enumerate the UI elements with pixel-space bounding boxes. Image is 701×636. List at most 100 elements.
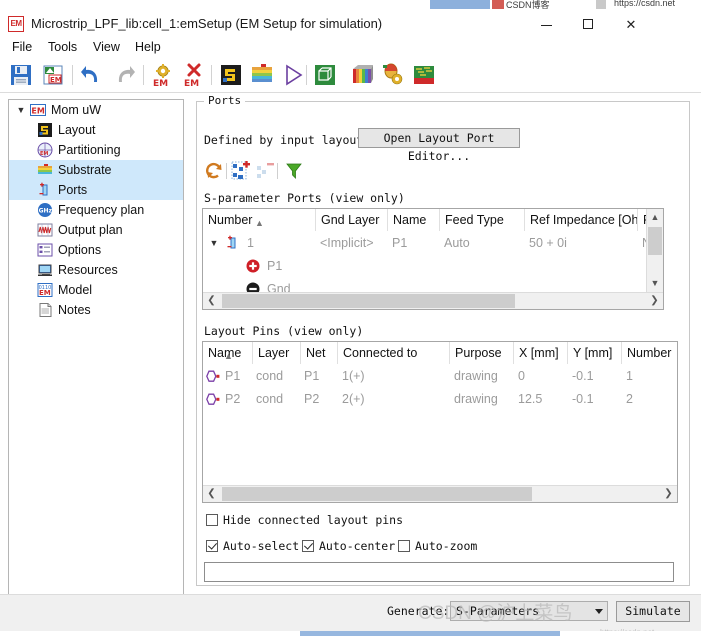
status-message-field[interactable] <box>204 562 674 582</box>
em-setup-tree[interactable]: ▼ EM Mom uW Layout EM Partitioning Subst… <box>8 99 184 626</box>
generate-select[interactable]: S-Parameters <box>450 601 608 621</box>
window-title: Microstrip_LPF_lib:cell_1:emSetup (EM Se… <box>31 16 383 31</box>
3d-view-button[interactable] <box>312 62 338 88</box>
column-header-feed-type[interactable]: Feed Type <box>440 209 525 231</box>
close-button[interactable]: ✕ <box>616 18 646 32</box>
table-row-child[interactable]: P1 <box>203 255 663 278</box>
column-header-gnd-layer[interactable]: Gnd Layer <box>316 209 388 231</box>
sidebar-item-notes[interactable]: Notes <box>9 300 183 320</box>
simulate-button-toolbar[interactable] <box>280 62 306 88</box>
sidebar-item-label: Options <box>58 243 102 257</box>
save-em-setup-button[interactable]: EM <box>40 62 66 88</box>
horizontal-scroll-thumb[interactable] <box>222 294 515 308</box>
cell-x-mm: 12.5 <box>518 392 543 406</box>
maximize-button[interactable] <box>573 18 603 32</box>
column-header-x-mm[interactable]: X [mm] <box>514 342 568 364</box>
sidebar-item-output-plan[interactable]: Output plan <box>9 220 183 240</box>
checkbox-box[interactable] <box>206 540 218 552</box>
auto-center-checkbox[interactable]: Auto-center <box>302 539 395 553</box>
checkbox-box[interactable] <box>398 540 410 552</box>
auto-select-checkbox[interactable]: Auto-select <box>206 539 299 553</box>
sidebar-item-label: Substrate <box>58 163 112 177</box>
sidebar-item-model[interactable]: 0110 EM Model <box>9 280 183 300</box>
substrate-button[interactable] <box>249 62 275 88</box>
column-header-net[interactable]: Net <box>301 342 338 364</box>
cell-number: 1 <box>247 236 254 250</box>
cell-purpose: drawing <box>454 369 498 383</box>
remove-port-button[interactable] <box>255 161 277 181</box>
column-header-purpose[interactable]: Purpose <box>450 342 514 364</box>
minimize-icon <box>540 25 552 26</box>
horizontal-scroll-thumb[interactable] <box>222 487 532 501</box>
toolbar-separator-4 <box>306 65 307 85</box>
sparam-table-vertical-scrollbar[interactable]: ▲ ▼ <box>646 209 663 292</box>
row-expander-chevron-down-icon[interactable]: ▼ <box>207 232 221 255</box>
sidebar-item-frequency-plan[interactable]: GHz Frequency plan <box>9 200 183 220</box>
menu-item-help[interactable]: Help <box>129 37 167 57</box>
open-layout-port-editor-button[interactable]: Open Layout Port Editor... <box>358 128 520 163</box>
layout-pins-table[interactable]: Name ▲ Layer Net Connected to Purpose X … <box>202 341 678 503</box>
layout-button[interactable] <box>218 62 244 88</box>
undo-button[interactable] <box>79 62 105 88</box>
column-header-name[interactable]: Name ▲ <box>203 342 253 364</box>
sparam-ports-table[interactable]: Number ▲ Gnd Layer Name Feed Type Ref Im… <box>202 208 664 310</box>
defined-by-label: Defined by input layout <box>204 133 364 147</box>
save-button[interactable] <box>8 62 34 88</box>
scroll-left-icon[interactable]: ❮ <box>203 486 220 502</box>
column-header-number[interactable]: Number <box>622 342 677 364</box>
menu-item-view[interactable]: View <box>87 37 126 57</box>
scroll-up-icon[interactable]: ▲ <box>647 209 663 226</box>
vertical-scroll-thumb[interactable] <box>648 227 662 255</box>
scroll-right-icon[interactable]: ❯ <box>646 293 663 309</box>
add-port-button[interactable] <box>231 160 253 181</box>
sidebar-item-partitioning[interactable]: EM Partitioning <box>9 140 183 160</box>
3d-color-view-button[interactable] <box>349 62 375 88</box>
sidebar-item-substrate[interactable]: Substrate <box>9 160 183 180</box>
redo-button[interactable] <box>111 62 137 88</box>
column-header-layer[interactable]: Layer <box>253 342 301 364</box>
sparam-table-horizontal-scrollbar[interactable]: ❮ ❯ <box>203 292 663 309</box>
column-header-connected-to[interactable]: Connected to <box>338 342 450 364</box>
em-options-button[interactable] <box>380 62 406 88</box>
table-row[interactable]: P1 cond P1 1(+) drawing 0 -0.1 1 1 <box>203 365 677 388</box>
minimize-button[interactable] <box>531 18 561 32</box>
toolbar-separator-2 <box>143 65 144 85</box>
svg-text:EM: EM <box>31 107 44 116</box>
hide-connected-layout-pins-checkbox[interactable]: Hide connected layout pins <box>206 513 403 527</box>
sidebar-item-mom-uw[interactable]: ▼ EM Mom uW <box>9 100 183 120</box>
cell-purpose: drawing <box>454 392 498 406</box>
menu-item-tools[interactable]: Tools <box>42 37 83 57</box>
ports-group-title: Ports <box>204 94 246 107</box>
scroll-down-icon[interactable]: ▼ <box>647 275 663 292</box>
sidebar-item-resources[interactable]: Resources <box>9 260 183 280</box>
em-app-icon: EM <box>8 16 24 32</box>
filter-ports-button[interactable] <box>284 161 306 181</box>
pins-table-horizontal-scrollbar[interactable]: ❮ ❯ <box>203 485 677 502</box>
simulate-button[interactable]: Simulate <box>616 601 690 622</box>
column-header-y-mm[interactable]: Y [mm] <box>568 342 622 364</box>
chevron-down-icon[interactable]: ▼ <box>15 100 27 120</box>
svg-text:EM: EM <box>40 151 48 157</box>
auto-zoom-checkbox[interactable]: Auto-zoom <box>398 539 477 553</box>
column-header-ref-impedance[interactable]: Ref Impedance [Ohm] <box>525 209 638 231</box>
table-row[interactable]: ▼ 1 <Implicit> P1 Auto 50 + 0i N/A <box>203 232 663 255</box>
table-row[interactable]: P2 cond P2 2(+) drawing 12.5 -0.1 2 1 <box>203 388 677 411</box>
em-model-button[interactable] <box>411 62 437 88</box>
sidebar-item-ports[interactable]: Ports <box>9 180 183 200</box>
menu-item-file[interactable]: File <box>6 37 38 57</box>
scroll-left-icon[interactable]: ❮ <box>203 293 220 309</box>
chevron-down-icon[interactable] <box>595 609 603 614</box>
checkbox-box[interactable] <box>302 540 314 552</box>
refresh-ports-button[interactable] <box>204 161 226 181</box>
cell-number: 1 <box>626 369 633 383</box>
sidebar-item-options[interactable]: Options <box>9 240 183 260</box>
pin-icon <box>205 392 223 407</box>
column-header-number[interactable]: Number ▲ <box>203 209 316 231</box>
column-header-name[interactable]: Name <box>388 209 440 231</box>
scroll-right-icon[interactable]: ❯ <box>660 486 677 502</box>
em-root-icon: EM <box>30 102 46 118</box>
sidebar-item-layout[interactable]: Layout <box>9 120 183 140</box>
em-delete-button[interactable]: EM <box>181 62 207 89</box>
em-settings-button[interactable]: EM <box>150 62 176 89</box>
checkbox-box[interactable] <box>206 514 218 526</box>
